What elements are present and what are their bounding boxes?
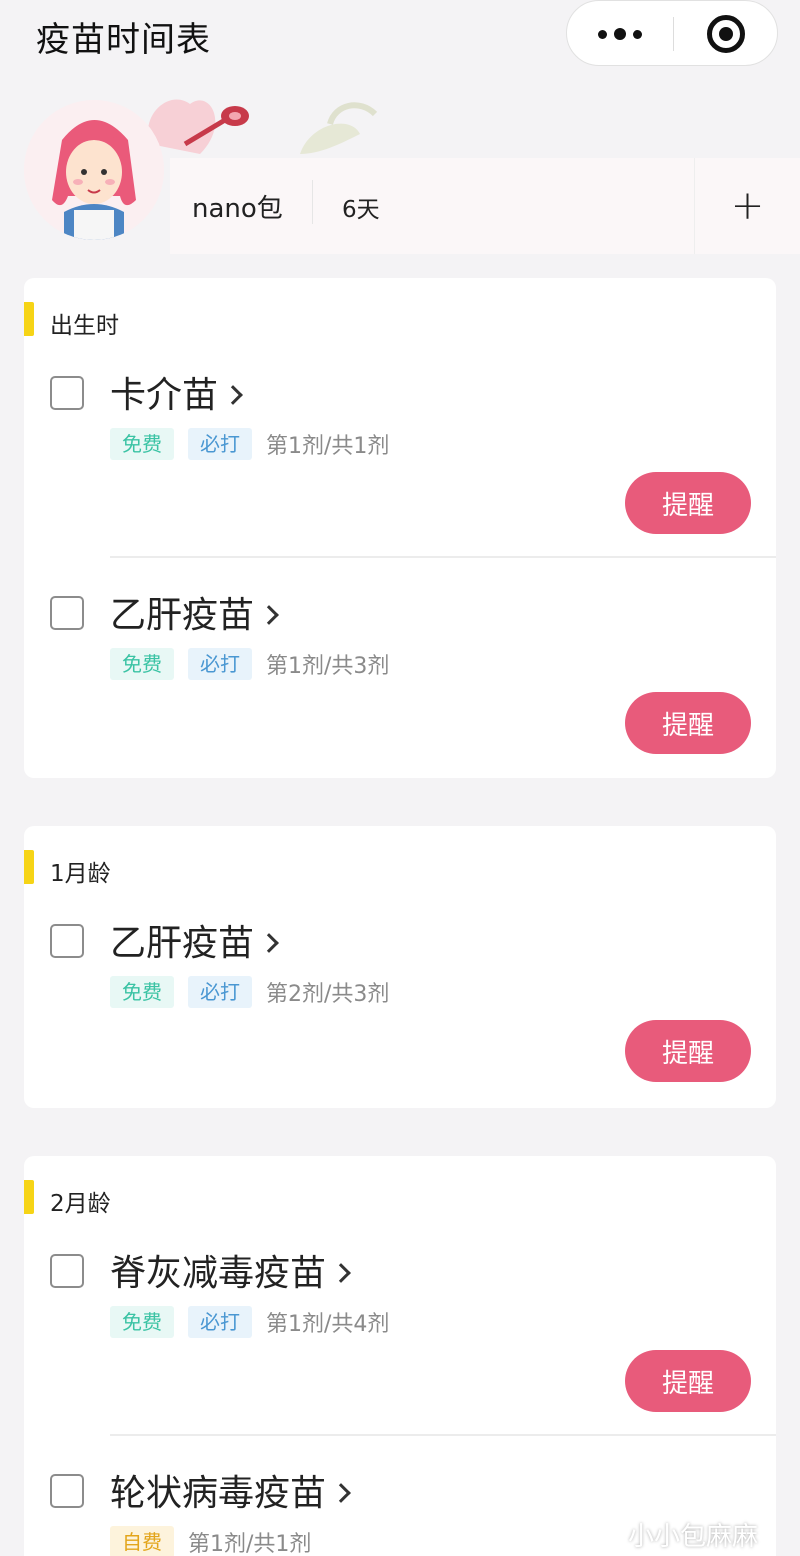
free-tag: 免费 bbox=[110, 428, 174, 460]
avatar[interactable] bbox=[24, 100, 164, 240]
vaccine-name-link[interactable]: 乙肝疫苗 bbox=[110, 914, 279, 966]
required-tag: 必打 bbox=[188, 428, 252, 460]
vaccine-name-link[interactable]: 脊灰减毒疫苗 bbox=[110, 1244, 351, 1296]
dose-info: 第1剂/共1剂 bbox=[266, 434, 390, 459]
chevron-right-icon bbox=[331, 1483, 351, 1503]
checkbox-icon[interactable] bbox=[50, 924, 84, 958]
dose-info: 第1剂/共3剂 bbox=[266, 654, 390, 679]
vaccine-name: 轮状病毒疫苗 bbox=[110, 1473, 327, 1514]
more-icon[interactable] bbox=[567, 1, 673, 67]
free-tag: 免费 bbox=[110, 976, 174, 1008]
baby-age: 6天 bbox=[342, 197, 380, 223]
baby-name: nano包 bbox=[192, 194, 283, 224]
vaccine-item: 卡介苗 免费 必打 第1剂/共1剂 提醒 bbox=[24, 278, 776, 534]
close-target-icon[interactable] bbox=[673, 1, 779, 67]
checkbox-icon[interactable] bbox=[50, 1474, 84, 1508]
self-paid-tag: 自费 bbox=[110, 1526, 174, 1556]
flower-decoration bbox=[140, 84, 400, 168]
chevron-right-icon bbox=[259, 933, 279, 953]
chevron-right-icon bbox=[331, 1263, 351, 1283]
chevron-right-icon bbox=[259, 605, 279, 625]
required-tag: 必打 bbox=[188, 976, 252, 1008]
watermark: 小小包麻麻 bbox=[590, 1516, 758, 1553]
section-card-2-month: 2月龄 脊灰减毒疫苗 免费 必打 第1剂/共4剂 提醒 轮状病毒疫苗 自费 第1… bbox=[24, 1156, 776, 1556]
watermark-text: 小小包麻麻 bbox=[628, 1522, 759, 1552]
remind-button[interactable]: 提醒 bbox=[625, 692, 751, 754]
required-tag: 必打 bbox=[188, 648, 252, 680]
free-tag: 免费 bbox=[110, 1306, 174, 1338]
checkbox-icon[interactable] bbox=[50, 376, 84, 410]
vaccine-name: 乙肝疫苗 bbox=[110, 595, 255, 636]
profile-header: nano包 6天 + bbox=[0, 78, 800, 268]
vaccine-name: 卡介苗 bbox=[110, 375, 219, 416]
section-card-birth: 出生时 卡介苗 免费 必打 第1剂/共1剂 提醒 乙肝疫苗 免费 必打 第1剂/… bbox=[24, 278, 776, 778]
page-title: 疫苗时间表 bbox=[36, 20, 211, 60]
info-divider bbox=[312, 180, 313, 224]
vaccine-item: 脊灰减毒疫苗 免费 必打 第1剂/共4剂 提醒 bbox=[24, 1156, 776, 1412]
vaccine-name-link[interactable]: 乙肝疫苗 bbox=[110, 586, 279, 638]
vaccine-name: 脊灰减毒疫苗 bbox=[110, 1253, 327, 1294]
free-tag: 免费 bbox=[110, 648, 174, 680]
add-icon[interactable]: + bbox=[694, 158, 800, 254]
checkbox-icon[interactable] bbox=[50, 1254, 84, 1288]
miniprogram-capsule bbox=[566, 0, 778, 66]
vaccine-item: 乙肝疫苗 免费 必打 第2剂/共3剂 提醒 bbox=[24, 826, 776, 1082]
chevron-right-icon bbox=[223, 385, 243, 405]
required-tag: 必打 bbox=[188, 1306, 252, 1338]
checkbox-icon[interactable] bbox=[50, 596, 84, 630]
dose-info: 第2剂/共3剂 bbox=[266, 982, 390, 1007]
dose-info: 第1剂/共4剂 bbox=[266, 1312, 390, 1337]
vaccine-name-link[interactable]: 轮状病毒疫苗 bbox=[110, 1464, 351, 1516]
baby-info[interactable]: nano包 6天 bbox=[170, 158, 694, 254]
vaccine-name: 乙肝疫苗 bbox=[110, 923, 255, 964]
wechat-icon bbox=[590, 1522, 620, 1545]
vaccine-name-link[interactable]: 卡介苗 bbox=[110, 366, 243, 418]
vaccine-item: 乙肝疫苗 免费 必打 第1剂/共3剂 提醒 bbox=[24, 498, 776, 754]
section-card-1-month: 1月龄 乙肝疫苗 免费 必打 第2剂/共3剂 提醒 bbox=[24, 826, 776, 1108]
remind-button[interactable]: 提醒 bbox=[625, 1020, 751, 1082]
top-bar: 疫苗时间表 bbox=[0, 0, 800, 70]
dose-info: 第1剂/共1剂 bbox=[188, 1532, 312, 1556]
